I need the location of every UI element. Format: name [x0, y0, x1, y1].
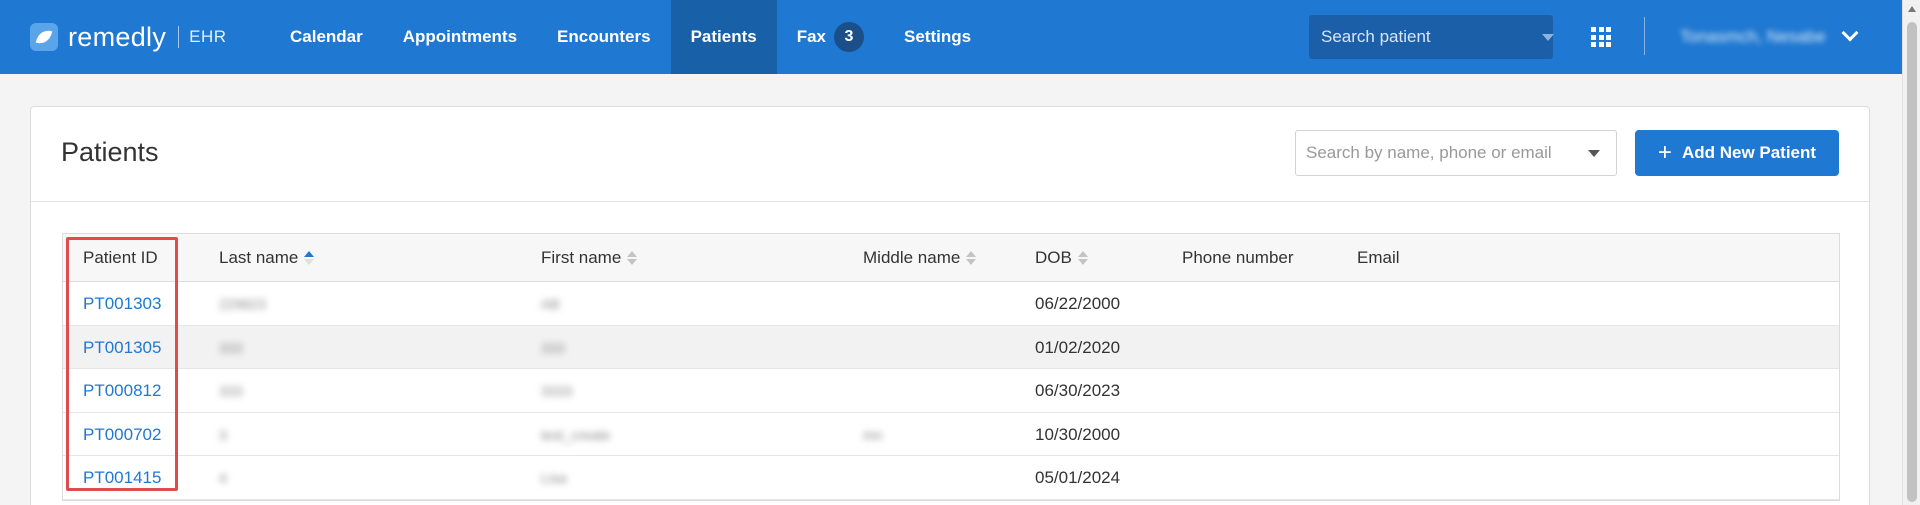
cell-dob: 05/01/2024 — [1035, 468, 1121, 487]
logo-subtitle: EHR — [189, 27, 227, 46]
col-header-last-name[interactable]: Last name — [219, 248, 315, 268]
cell-last-name: 4 — [219, 470, 227, 486]
header-divider — [1644, 17, 1645, 55]
chevron-down-icon — [1841, 24, 1859, 42]
col-header-email: Email — [1357, 248, 1400, 268]
patient-id-link[interactable]: PT001303 — [83, 294, 161, 314]
patient-id-link[interactable]: PT000702 — [83, 425, 161, 445]
table-row[interactable]: PT000812 333 3333 06/30/2023 — [63, 369, 1839, 413]
remedly-logo[interactable]: remedly EHR — [30, 18, 227, 56]
col-label: Phone number — [1182, 248, 1294, 267]
patients-table: Patient ID Last name First name Middle n… — [62, 233, 1840, 501]
col-label: DOB — [1035, 248, 1072, 267]
col-header-patient-id: Patient ID — [83, 248, 158, 268]
leaf-icon — [30, 23, 58, 51]
cell-dob: 01/02/2020 — [1035, 337, 1121, 357]
nav-settings-label: Settings — [904, 27, 972, 46]
nav-settings[interactable]: Settings — [884, 0, 991, 74]
patient-search-input[interactable] — [1306, 143, 1588, 163]
patient-search-field[interactable] — [1295, 130, 1617, 176]
nav-calendar-label: Calendar — [290, 27, 363, 46]
table-row[interactable]: PT001303 229823 AB 06/22/2000 — [63, 282, 1839, 326]
user-menu[interactable]: Tonasmch, Nesabe — [1680, 24, 1859, 50]
col-label: Email — [1357, 248, 1400, 267]
cell-first-name: Lisa — [541, 470, 567, 486]
patient-id-link[interactable]: PT001305 — [83, 338, 161, 358]
page-title: Patients — [61, 137, 159, 167]
sort-icon[interactable] — [1077, 251, 1088, 265]
col-header-phone-number: Phone number — [1182, 248, 1294, 268]
col-label: Last name — [219, 248, 299, 267]
cell-first-name: 3333 — [541, 383, 573, 399]
cell-last-name: 3 — [219, 426, 227, 443]
table-header: Patient ID Last name First name Middle n… — [63, 234, 1839, 282]
cell-dob: 06/22/2000 — [1035, 294, 1121, 313]
col-label: Middle name — [863, 248, 961, 267]
cell-first-name: AB — [541, 296, 560, 312]
nav-fax-label: Fax — [796, 27, 826, 46]
nav-encounters-label: Encounters — [557, 27, 651, 46]
nav-appointments-label: Appointments — [402, 27, 518, 46]
nav-calendar[interactable]: Calendar — [270, 0, 383, 74]
caret-down-icon[interactable] — [1588, 149, 1600, 157]
fax-count-badge: 3 — [834, 22, 864, 52]
nav-appointments[interactable]: Appointments — [383, 0, 537, 74]
cell-middle-name: mn — [863, 426, 883, 443]
card-header: Patients + Add New Patient — [31, 107, 1869, 202]
scrollbar-thumb[interactable] — [1907, 22, 1917, 502]
col-label: First name — [541, 248, 622, 267]
cell-dob: 10/30/2000 — [1035, 424, 1121, 444]
logo-divider — [178, 26, 180, 48]
cell-last-name: 333 — [219, 339, 243, 356]
top-nav-bar: remedly EHR Calendar Appointments Encoun… — [0, 0, 1902, 74]
nav-patients[interactable]: Patients — [670, 0, 777, 74]
table-row[interactable]: PT001415 4 Lisa 05/01/2024 — [63, 456, 1839, 500]
cell-first-name: 333 — [541, 339, 565, 356]
page-scrollbar[interactable] — [1902, 0, 1920, 505]
sort-asc-icon[interactable] — [304, 251, 315, 265]
col-header-dob[interactable]: DOB — [1035, 248, 1088, 268]
cell-first-name: test_create — [541, 426, 611, 443]
sort-icon[interactable] — [966, 251, 977, 265]
cell-last-name: 229823 — [219, 296, 266, 312]
user-name: Tonasmch, Nesabe — [1680, 27, 1826, 46]
patient-quick-search[interactable] — [1309, 15, 1554, 59]
cell-last-name: 333 — [219, 383, 243, 399]
patient-quick-search-input[interactable] — [1321, 27, 1542, 47]
caret-down-icon[interactable] — [1542, 33, 1554, 41]
patients-card: Patients + Add New Patient Patient ID La… — [30, 106, 1870, 505]
add-new-patient-button[interactable]: + Add New Patient — [1635, 130, 1839, 176]
patient-id-link[interactable]: PT001415 — [83, 468, 161, 488]
add-new-patient-label: Add New Patient — [1681, 143, 1817, 162]
table-row[interactable]: PT001305 333 333 01/02/2020 — [63, 325, 1839, 369]
nav-patients-label: Patients — [690, 27, 757, 46]
col-header-middle-name[interactable]: Middle name — [863, 248, 977, 268]
col-label: Patient ID — [83, 248, 158, 267]
scroll-up-arrow-icon[interactable] — [1908, 6, 1916, 12]
apps-grid-icon[interactable] — [1591, 27, 1611, 47]
patient-id-link[interactable]: PT000812 — [83, 381, 161, 401]
main-nav: Calendar Appointments Encounters Patient… — [270, 0, 991, 74]
table-row[interactable]: PT000702 3 test_create mn 10/30/2000 — [63, 412, 1839, 456]
nav-fax[interactable]: Fax 3 — [777, 0, 884, 74]
col-header-first-name[interactable]: First name — [541, 248, 638, 268]
logo-text: remedly — [68, 21, 167, 52]
nav-encounters[interactable]: Encounters — [537, 0, 671, 74]
plus-icon: + — [1657, 139, 1672, 166]
cell-dob: 06/30/2023 — [1035, 381, 1121, 400]
sort-icon[interactable] — [627, 251, 638, 265]
